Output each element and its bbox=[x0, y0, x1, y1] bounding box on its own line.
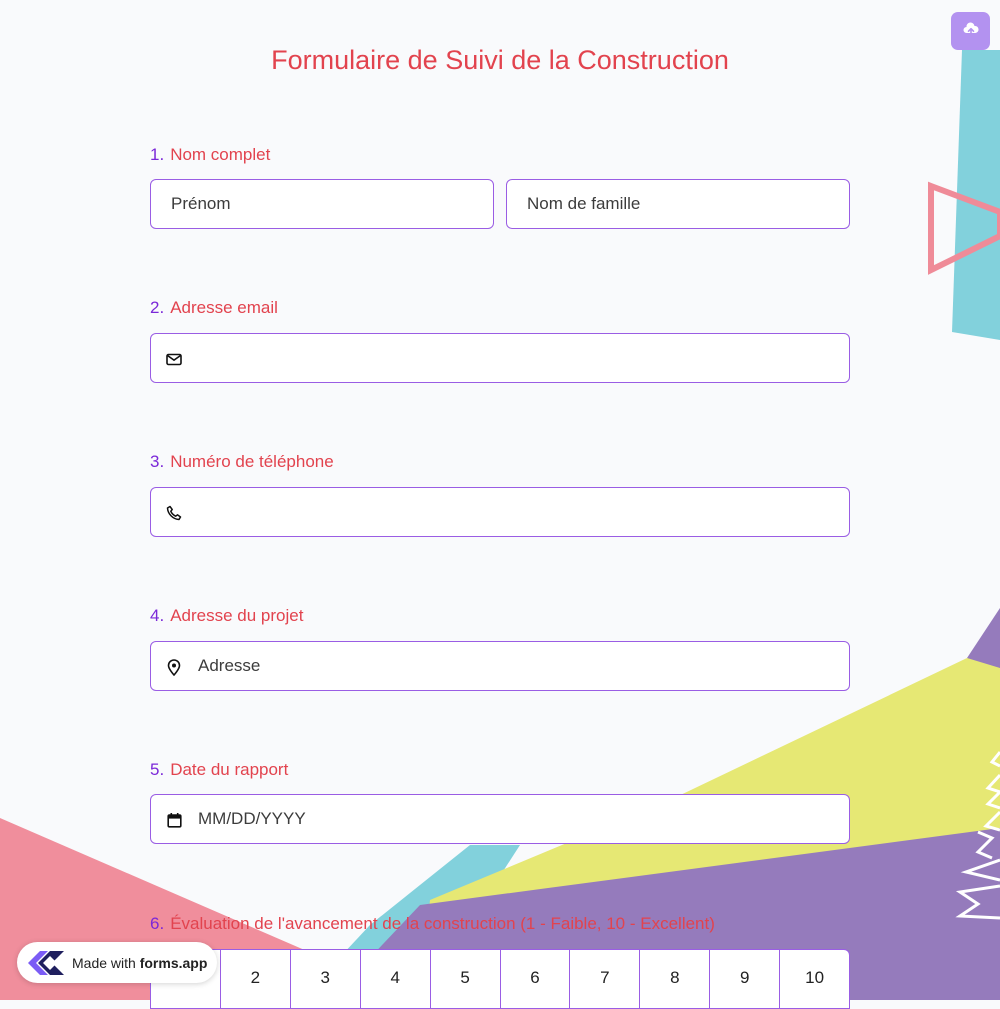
rating-option-4[interactable]: 4 bbox=[360, 949, 431, 1009]
upload-button[interactable] bbox=[951, 12, 990, 50]
question-number: 2. bbox=[150, 298, 165, 317]
rating-option-5[interactable]: 5 bbox=[430, 949, 501, 1009]
question-4-label: 4. Adresse du projet bbox=[150, 605, 303, 627]
rating-option-6[interactable]: 6 bbox=[500, 949, 571, 1009]
question-text: Adresse email bbox=[170, 298, 278, 317]
form-container: Formulaire de Suivi de la Construction 1… bbox=[0, 0, 1000, 1009]
rating-option-3[interactable]: 3 bbox=[290, 949, 361, 1009]
badge-text: Made with forms.app bbox=[72, 955, 207, 971]
question-1-label: 1. Nom complet bbox=[150, 144, 270, 166]
last-name-placeholder: Nom de famille bbox=[527, 194, 641, 213]
last-name-input[interactable]: Nom de famille bbox=[506, 179, 850, 229]
question-5-label: 5. Date du rapport bbox=[150, 759, 288, 781]
address-input[interactable]: Adresse bbox=[150, 641, 850, 691]
email-input[interactable] bbox=[150, 333, 850, 383]
phone-icon bbox=[165, 504, 183, 522]
question-6-label: 6. Évaluation de l'avancement de la const… bbox=[150, 913, 715, 935]
question-number: 1. bbox=[150, 145, 165, 164]
forms-app-logo bbox=[26, 946, 66, 980]
question-number: 3. bbox=[150, 452, 165, 471]
badge-prefix: Made with bbox=[72, 954, 136, 971]
question-text: Adresse du projet bbox=[170, 606, 304, 625]
badge-brand: forms.app bbox=[139, 954, 208, 971]
address-placeholder: Adresse bbox=[198, 656, 261, 675]
question-number: 5. bbox=[150, 760, 165, 779]
question-number: 4. bbox=[150, 606, 165, 625]
made-with-badge[interactable]: Made with forms.app bbox=[17, 942, 217, 983]
cloud-upload-icon bbox=[963, 21, 979, 41]
first-name-input[interactable]: Prénom bbox=[150, 179, 494, 229]
question-number: 6. bbox=[150, 914, 165, 933]
first-name-placeholder: Prénom bbox=[171, 194, 231, 213]
phone-input[interactable] bbox=[150, 487, 850, 537]
rating-option-7[interactable]: 7 bbox=[570, 949, 641, 1009]
rating-option-10[interactable]: 10 bbox=[780, 949, 851, 1009]
rating-option-2[interactable]: 2 bbox=[220, 949, 291, 1009]
rating-scale: 1 2 3 4 5 6 7 8 9 10 bbox=[150, 949, 851, 1009]
question-text: Nom complet bbox=[170, 145, 271, 164]
calendar-icon bbox=[165, 811, 183, 829]
question-text: Évaluation de l'avancement de la constru… bbox=[170, 914, 715, 933]
question-2-label: 2. Adresse email bbox=[150, 297, 278, 319]
question-text: Date du rapport bbox=[170, 760, 289, 779]
date-placeholder: MM/DD/YYYY bbox=[198, 809, 306, 828]
rating-option-8[interactable]: 8 bbox=[640, 949, 711, 1009]
question-text: Numéro de téléphone bbox=[170, 452, 334, 471]
date-input[interactable]: MM/DD/YYYY bbox=[150, 794, 850, 844]
form-title: Formulaire de Suivi de la Construction bbox=[271, 45, 729, 75]
question-3-label: 3. Numéro de téléphone bbox=[150, 451, 334, 473]
envelope-icon bbox=[165, 350, 183, 368]
map-pin-icon bbox=[165, 658, 183, 676]
rating-option-9[interactable]: 9 bbox=[710, 949, 781, 1009]
